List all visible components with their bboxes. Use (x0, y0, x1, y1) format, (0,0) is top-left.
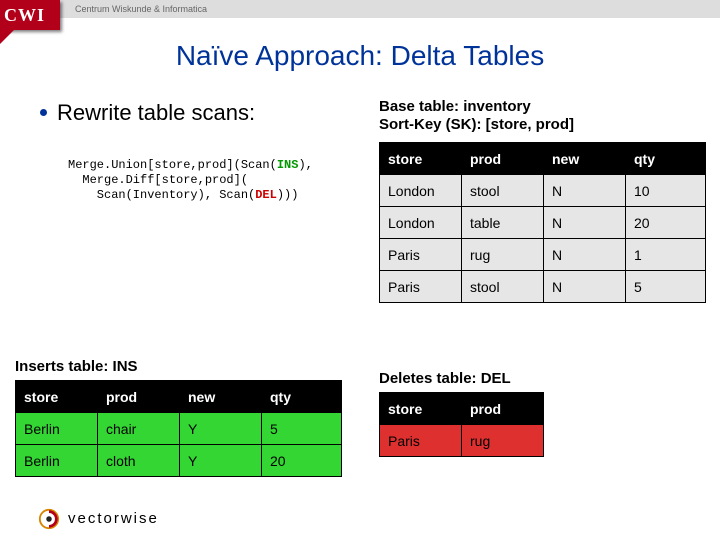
caption-inserts-table: Inserts table: INS (15, 358, 138, 375)
slide-title: Naïve Approach: Delta Tables (0, 40, 720, 72)
table-header-row: store prod new qty (16, 381, 342, 413)
code-block: Merge.Union[store,prod](Scan(INS), Merge… (68, 158, 313, 203)
swirl-icon (38, 508, 60, 530)
col-store: store (16, 381, 98, 413)
col-prod: prod (462, 143, 544, 175)
caption-deletes-table: Deletes table: DEL (379, 370, 511, 387)
cwi-logo-text: CWI (0, 5, 45, 25)
bullet-icon (40, 109, 47, 116)
table-row: Paris rug (380, 425, 544, 457)
table-header-row: store prod (380, 393, 544, 425)
col-new: new (544, 143, 626, 175)
col-store: store (380, 393, 462, 425)
table-row: Paris stool N 5 (380, 271, 706, 303)
col-store: store (380, 143, 462, 175)
col-new: new (180, 381, 262, 413)
footer-brand-text: vectorwise (68, 510, 159, 527)
col-qty: qty (262, 381, 342, 413)
inserts-table: store prod new qty Berlin chair Y 5 Berl… (15, 380, 342, 477)
table-row: Berlin chair Y 5 (16, 413, 342, 445)
footer-brand: vectorwise (38, 508, 159, 530)
header-strip: Centrum Wiskunde & Informatica (0, 0, 720, 18)
col-qty: qty (626, 143, 706, 175)
bullet-text: Rewrite table scans: (57, 100, 255, 125)
code-del-token: DEL (255, 188, 277, 202)
table-row: Berlin cloth Y 20 (16, 445, 342, 477)
code-l2: Merge.Diff[store,prod]( (68, 173, 248, 187)
base-table: store prod new qty London stool N 10 Lon… (379, 142, 706, 303)
col-prod: prod (462, 393, 544, 425)
table-row: London stool N 10 (380, 175, 706, 207)
table-header-row: store prod new qty (380, 143, 706, 175)
caption-base-l1: Base table: inventory (379, 98, 531, 115)
code-l1c: ), (298, 158, 312, 172)
code-l1a: Merge.Union[store,prod](Scan( (68, 158, 277, 172)
code-l3a: Scan(Inventory), Scan( (68, 188, 255, 202)
code-l3c: ))) (277, 188, 299, 202)
org-full-name: Centrum Wiskunde & Informatica (75, 4, 207, 14)
deletes-table: store prod Paris rug (379, 392, 544, 457)
bullet-rewrite-scans: Rewrite table scans: (40, 100, 255, 126)
table-row: Paris rug N 1 (380, 239, 706, 271)
code-ins-token: INS (277, 158, 299, 172)
caption-base-table: Base table: inventory Sort-Key (SK): [st… (379, 98, 574, 134)
cwi-logo: CWI (0, 0, 60, 30)
table-row: London table N 20 (380, 207, 706, 239)
caption-base-l2: Sort-Key (SK): [store, prod] (379, 116, 574, 133)
col-prod: prod (98, 381, 180, 413)
